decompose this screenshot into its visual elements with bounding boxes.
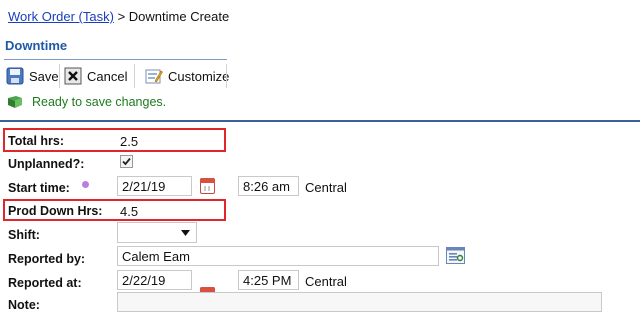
shift-label: Shift: [8,228,40,242]
start-time-label: Start time: [8,181,70,195]
checkmark-icon [122,157,131,166]
reported-at-label: Reported at: [8,276,82,290]
toolbar-divider [226,64,227,88]
cancel-button-label: Cancel [87,68,128,84]
breadcrumb-link-work-order[interactable]: Work Order (Task) [8,9,114,24]
breadcrumb-current: Downtime Create [128,9,230,24]
required-dot-icon [82,181,89,188]
total-hrs-value[interactable]: 2.5 [120,134,138,149]
toolbar-divider [59,64,60,88]
reported-timezone: Central [305,274,347,289]
cancel-button[interactable]: Cancel [64,66,127,86]
cancel-icon [64,67,82,85]
prod-down-hrs-label: Prod Down Hrs: [8,204,103,218]
note-label: Note: [8,298,40,312]
shift-select[interactable] [117,222,197,243]
chevron-down-icon [181,229,190,236]
lookup-icon[interactable] [446,247,465,264]
start-date-field[interactable]: 2/21/19 [117,176,192,196]
breadcrumb: Work Order (Task) > Downtime Create [8,9,229,24]
start-timezone: Central [305,180,347,195]
section-title: Downtime [5,38,68,53]
note-field[interactable] [117,292,602,312]
reported-by-label: Reported by: [8,252,86,266]
status-message: Ready to save changes. [6,95,166,109]
toolbar-divider [134,64,135,88]
reported-date-field[interactable]: 2/22/19 [117,270,192,290]
save-icon [6,67,24,85]
calendar-icon[interactable] [200,178,215,194]
form-separator [0,120,640,122]
reported-by-field[interactable]: Calem Eam [117,246,439,266]
start-time-field[interactable]: 8:26 am [238,176,299,196]
unplanned-checkbox[interactable] [120,155,133,168]
customize-button-label: Customize [168,68,230,84]
breadcrumb-separator: > [117,9,126,24]
unplanned-label: Unplanned?: [8,157,85,171]
section-title-underline [4,59,227,60]
reported-time-field[interactable]: 4:25 PM [238,270,299,290]
total-hrs-label: Total hrs: [8,134,65,148]
save-button-label: Save [29,68,59,84]
status-flag-icon [8,96,22,108]
status-text: Ready to save changes. [32,95,167,109]
customize-button[interactable]: Customize [145,66,229,86]
prod-down-hrs-value[interactable]: 4.5 [120,204,138,219]
save-button[interactable]: Save [6,66,59,86]
customize-icon [145,69,163,84]
